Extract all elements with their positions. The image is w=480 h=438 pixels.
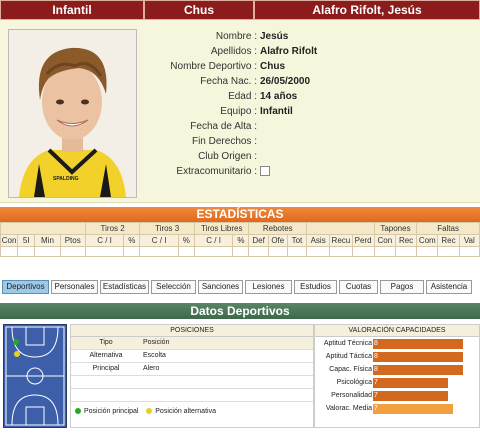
valoracion-bar: 8 [373,339,463,349]
field-fecha-nac: Fecha Nac. : 26/05/2000 [200,76,311,87]
tab-estadisticas[interactable]: Estadísticas [100,280,149,294]
col-val: Val [458,234,480,247]
positions-legend: Posición principal Posición alternativa [75,407,216,417]
col-tl-ci: C / I [193,234,234,247]
valoracion-bar: 7 [373,378,448,388]
col-ptos: Ptos [59,234,86,247]
svg-text:SPALDING: SPALDING [53,176,79,182]
valoracion-row: Valorac. Media 7 [315,402,479,415]
player-photo: SPALDING [8,29,137,198]
group-tapones: Tapones [373,222,418,235]
player-header: Infantil Chus Alafro Rifolt, Jesús [0,0,480,20]
valoracion-panel: VALORACIÓN CAPACIDADES Aptitud Técnica 8… [314,324,480,428]
col-asis: Asis [306,234,331,247]
group-tiros3: Tiros 3 [139,222,195,235]
positions-row-empty [71,376,313,389]
stats-table: Tiros 2 Tiros 3 Tiros Libres Rebotes Tap… [0,222,480,257]
col-5i: 5I [17,234,36,247]
positions-col-tipo: Tipo [99,339,113,346]
tab-asistencia[interactable]: Asistencia [426,280,472,294]
field-club-origen: Club Origen : [198,151,257,162]
main-position-marker [13,339,19,345]
col-def: Def [248,234,269,247]
datos-deportivos-title: Datos Deportivos [0,303,480,319]
col-recu: Recu [329,234,353,247]
col-fal-com: Com [416,234,439,247]
basketball-court [3,324,67,428]
tab-seleccion[interactable]: Selección [151,280,196,294]
valoracion-title: VALORACIÓN CAPACIDADES [315,325,479,337]
col-perd: Perd [351,234,375,247]
valoracion-row: Aptitud Táctica 8 [315,350,479,363]
positions-panel: POSICIONES Tipo Posición Alternativa Esc… [70,324,314,428]
col-ofe: Ofe [267,234,288,247]
valoracion-row: Psicológica 7 [315,376,479,389]
positions-row-empty [71,389,313,402]
field-fin-derechos: Fin Derechos : [191,136,257,147]
group-tiros-libres: Tiros Libres [193,222,250,235]
col-tot: Tot [286,234,308,247]
header-category: Infantil [0,0,144,20]
yellow-dot-icon [146,408,153,415]
header-fullname: Alafro Rifolt, Jesús [254,0,480,20]
field-nombre-deportivo: Nombre Deportivo : Chus [170,61,285,72]
col-tap-rec: Rec [394,234,418,247]
valoracion-row: Aptitud Técnica 8 [315,337,479,350]
positions-header-row: Tipo Posición [71,337,313,350]
tab-cuotas[interactable]: Cuotas [339,280,378,294]
tab-estudios[interactable]: Estudios [294,280,337,294]
valoracion-bar: 8 [373,352,463,362]
group-faltas: Faltas [416,222,480,235]
alt-position-marker [14,351,20,357]
col-tap-con: Con [373,234,396,247]
valoracion-row: Personalidad 7 [315,389,479,402]
player-info-panel: SPALDING Nombre : Jesús Apellidos : Alaf… [0,20,480,203]
tab-deportivos[interactable]: Deportivos [2,280,49,294]
tab-lesiones[interactable]: Lesiones [245,280,292,294]
col-tl-pct: % [232,234,250,247]
valoracion-bar: 7 [373,404,453,414]
col-t2-pct: % [123,234,141,247]
group-rebotes: Rebotes [248,222,308,235]
header-nickname: Chus [144,0,254,20]
field-edad: Edad : 14 años [228,91,298,102]
valoracion-bar: 7 [373,391,448,401]
field-fecha-alta: Fecha de Alta : [190,121,257,132]
positions-row: Alternativa Escolta [71,350,313,363]
tab-pagos[interactable]: Pagos [380,280,424,294]
col-con: Con [0,234,19,247]
group-tiros2: Tiros 2 [84,222,141,235]
col-t3-pct: % [177,234,195,247]
field-nombre: Nombre : Jesús [215,31,289,42]
field-equipo: Equipo : Infantil [220,106,293,117]
valoracion-row: Capac. Física 8 [315,363,479,376]
tab-personales[interactable]: Personales [51,280,98,294]
tab-sanciones[interactable]: Sanciones [198,280,243,294]
tab-bar: Deportivos Personales Estadísticas Selec… [0,280,480,294]
col-t3-ci: C / I [139,234,179,247]
stats-title: ESTADÍSTICAS [0,207,480,222]
col-min: Min [34,234,61,247]
green-dot-icon [75,408,81,415]
field-extracomunitario: Extracomunitario : [140,164,480,179]
valoracion-bar: 8 [373,365,463,375]
field-apellidos: Apellidos : Alafro Rifolt [210,46,318,57]
positions-col-posicion: Posición [143,339,170,346]
positions-title: POSICIONES [71,325,313,337]
col-t2-ci: C / I [84,234,125,247]
col-fal-rec: Rec [437,234,460,247]
positions-row: Principal Alero [71,363,313,376]
extracomunitario-checkbox[interactable] [260,166,270,177]
